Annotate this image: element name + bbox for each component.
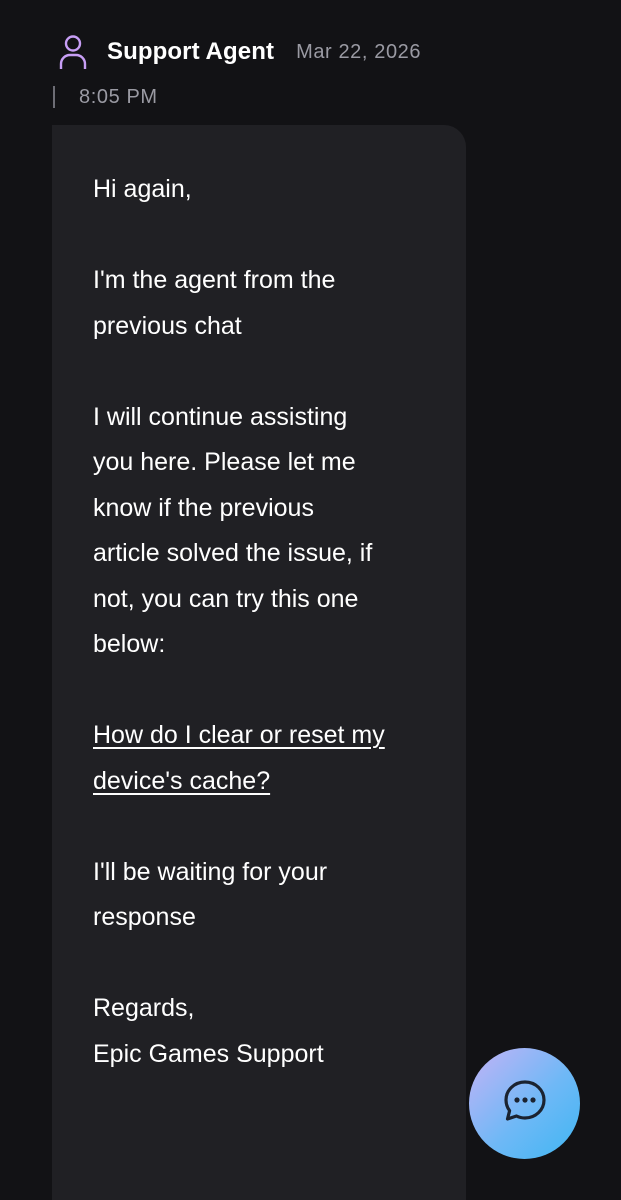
message-date: Mar 22, 2026 [296,40,422,63]
paragraph-text-line: below: [93,630,166,658]
paragraph-text-line: you here. Please let me [93,448,356,476]
chat-button[interactable] [469,1048,580,1159]
message-header: Support Agent Mar 22, 2026 [56,32,421,72]
intro-text-line: previous chat [93,311,242,340]
paragraph-text-line: article solved the issue, if [93,539,373,567]
message-time: 8:05 PM [79,85,158,108]
waiting-text-line: I'll be waiting for your [93,857,328,886]
message-time-row: 8:05 PM [53,85,158,109]
paragraph-text-line: not, you can try this one [93,584,359,613]
intro-text-line: I'm the agent from the [93,266,336,294]
person-icon [56,33,90,71]
article-link[interactable]: device's cache? [93,767,270,795]
article-link-row: How do I clear or reset my [93,713,443,759]
chat-bubble-icon [501,1077,549,1130]
paragraph-text-line: know if the previous [93,493,314,522]
article-link-row: device's cache? [93,759,443,805]
greeting-text: Hi again, [93,175,192,203]
thread-divider [53,86,55,108]
waiting-text-line: response [93,903,196,931]
article-link[interactable]: How do I clear or reset my [93,721,385,749]
closing-text: Regards, [93,994,195,1022]
paragraph-text-line: I will continue assisting [93,402,348,431]
sender-name: Support Agent [107,38,275,65]
chat-page: Support Agent Mar 22, 2026 8:05 PM Hi ag… [0,0,621,1200]
message-body: Hi again, I'm the agent from the previou… [93,167,443,1077]
message-bubble: Hi again, I'm the agent from the previou… [52,125,466,1200]
signature-text: Epic Games Support [93,1039,324,1068]
